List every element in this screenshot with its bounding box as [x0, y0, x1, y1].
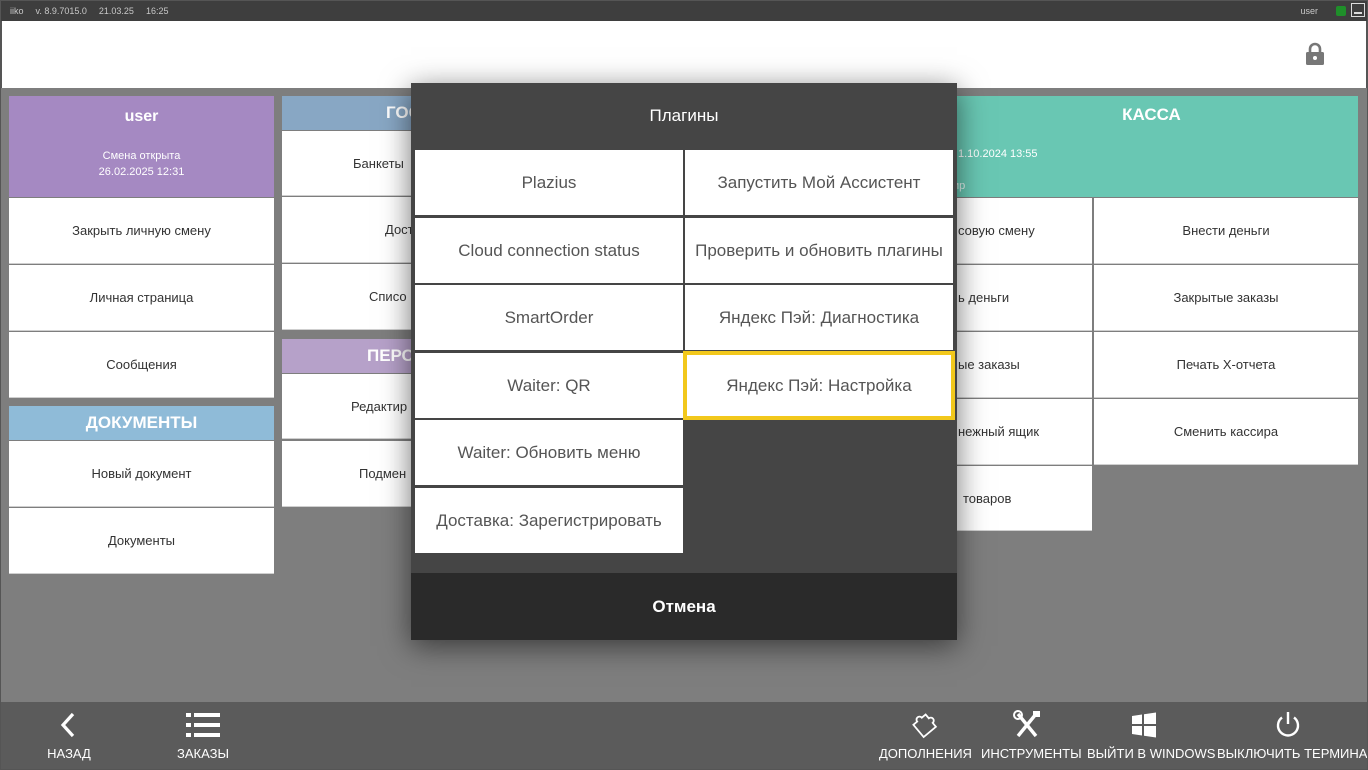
- plugin-plazius-button[interactable]: Plazius: [415, 150, 683, 215]
- tools-icon: [1013, 710, 1040, 738]
- tools-button[interactable]: ИНСТРУМЕНТЫ: [981, 702, 1082, 769]
- deposit-money-button[interactable]: Внести деньги: [1094, 198, 1358, 264]
- cash-drawer-button[interactable]: нежный ящик: [945, 399, 1092, 465]
- guests-header: ГОС: [282, 96, 422, 130]
- kassa-header: КАССА 1.10.2024 13:55 ир: [945, 96, 1358, 197]
- lock-icon[interactable]: [1305, 42, 1325, 66]
- shutdown-button[interactable]: ВЫКЛЮЧИТЬ ТЕРМИНАЛ: [1217, 702, 1368, 769]
- windows-icon: [1132, 712, 1156, 738]
- user-name: user: [124, 108, 159, 125]
- addons-button[interactable]: ДОПОЛНЕНИЯ: [879, 702, 972, 769]
- goods-button[interactable]: товаров: [945, 466, 1092, 531]
- open-orders-button[interactable]: ые заказы: [945, 332, 1092, 398]
- plugin-check-update-button[interactable]: Проверить и обновить плагины: [685, 218, 953, 283]
- closed-orders-button[interactable]: Закрытые заказы: [1094, 265, 1358, 331]
- staff-edit-button[interactable]: Редактир: [282, 374, 422, 439]
- documents-button[interactable]: Документы: [9, 508, 274, 574]
- online-status-icon: [1336, 6, 1346, 16]
- back-label: НАЗАД: [47, 746, 91, 761]
- change-cashier-button[interactable]: Сменить кассира: [1094, 399, 1358, 465]
- title-user: user: [1300, 6, 1318, 16]
- messages-button[interactable]: Сообщения: [9, 332, 274, 398]
- back-button[interactable]: НАЗАД: [36, 702, 102, 769]
- plugin-smartorder-button[interactable]: SmartOrder: [415, 285, 683, 350]
- shutdown-label: ВЫКЛЮЧИТЬ ТЕРМИНАЛ: [1217, 746, 1368, 761]
- plugins-dialog: Плагины Plazius Cloud connection status …: [411, 83, 957, 640]
- plugin-yandex-pay-diagnostics-button[interactable]: Яндекс Пэй: Диагностика: [685, 285, 953, 350]
- title-bar: iiko v. 8.9.7015.0 21.03.25 16:25 user: [0, 0, 1368, 21]
- exit-windows-button[interactable]: ВЫЙТИ В WINDOWS: [1087, 702, 1216, 769]
- exit-windows-label: ВЫЙТИ В WINDOWS: [1087, 746, 1216, 761]
- plugins-dialog-title: Плагины: [649, 106, 719, 125]
- close-personal-shift-button[interactable]: Закрыть личную смену: [9, 198, 274, 264]
- chevron-left-icon: [60, 712, 75, 738]
- tools-label: ИНСТРУМЕНТЫ: [981, 746, 1082, 761]
- kassa-shift-date: 1.10.2024 13:55: [958, 148, 1038, 160]
- withdraw-money-button[interactable]: ь деньги: [945, 265, 1092, 331]
- title-time: 16:25: [145, 6, 169, 16]
- documents-header: ДОКУМЕНТЫ: [9, 406, 274, 440]
- power-icon: [1276, 712, 1300, 737]
- banquets-button[interactable]: Банкеты: [282, 131, 422, 196]
- plugin-delivery-register-button[interactable]: Доставка: Зарегистрировать: [415, 488, 683, 553]
- user-panel-header: user Смена открыта 26.02.2025 12:31: [9, 96, 274, 197]
- puzzle-icon: [912, 713, 938, 739]
- plugin-waiter-qr-button[interactable]: Waiter: QR: [415, 353, 683, 418]
- minimize-button[interactable]: [1351, 3, 1365, 17]
- new-document-button[interactable]: Новый документ: [9, 441, 274, 507]
- cancel-button[interactable]: Отмена: [411, 573, 957, 640]
- shift-opened-at: 26.02.2025 12:31: [98, 166, 185, 178]
- plugin-waiter-update-menu-button[interactable]: Waiter: Обновить меню: [415, 420, 683, 485]
- orders-label: ЗАКАЗЫ: [177, 746, 229, 761]
- shift-status: Смена открыта 26.02.2025 12:31: [9, 148, 274, 180]
- personal-page-button[interactable]: Личная страница: [9, 265, 274, 331]
- title-date: 21.03.25: [98, 6, 134, 16]
- delivery-button[interactable]: Дост: [282, 197, 422, 263]
- kassa-title: КАССА: [1122, 105, 1181, 124]
- orders-button[interactable]: ЗАКАЗЫ: [167, 702, 239, 769]
- list-icon: [186, 713, 220, 737]
- plugin-launch-assistant-button[interactable]: Запустить Мой Ассистент: [685, 150, 953, 215]
- staff-replace-button[interactable]: Подмен: [282, 441, 422, 507]
- staff-header: ПЕРС: [282, 339, 422, 373]
- bottom-toolbar: НАЗАД ЗАКАЗЫ ДОПОЛНЕНИЯ ИНСТРУМЕНТЫ ВЫЙТ…: [1, 702, 1368, 769]
- close-cash-shift-button[interactable]: совую смену: [945, 198, 1092, 264]
- addons-label: ДОПОЛНЕНИЯ: [879, 746, 972, 761]
- print-x-report-button[interactable]: Печать X-отчета: [1094, 332, 1358, 398]
- shift-status-text: Смена открыта: [102, 150, 181, 162]
- app-name: iiko: [10, 6, 24, 16]
- writeoff-list-button[interactable]: Списо: [282, 264, 422, 330]
- app-version: v. 8.9.7015.0: [35, 6, 87, 16]
- plugin-yandex-pay-settings-button[interactable]: Яндекс Пэй: Настройка: [683, 351, 955, 420]
- top-strip: [1, 21, 1367, 88]
- plugin-cloud-connection-button[interactable]: Cloud connection status: [415, 218, 683, 283]
- version-info: iiko v. 8.9.7015.0 21.03.25 16:25: [10, 6, 180, 16]
